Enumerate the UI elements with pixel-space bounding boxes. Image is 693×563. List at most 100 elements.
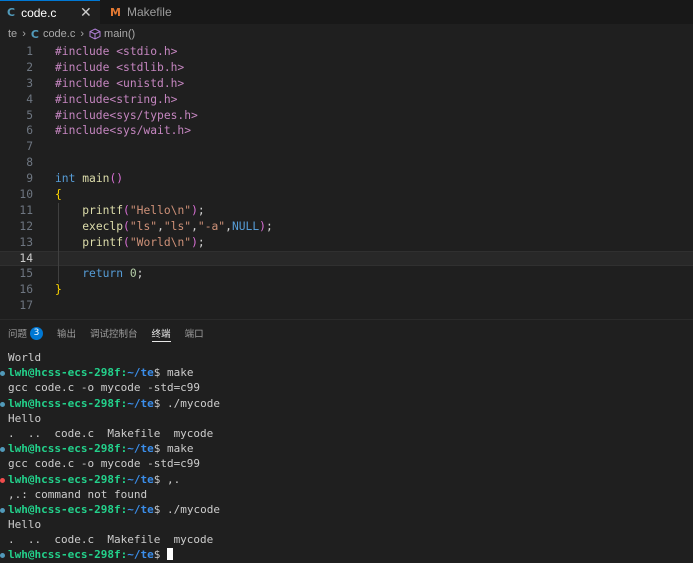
tab-ports[interactable]: 端口 bbox=[185, 320, 204, 346]
prompt-path: ~/te bbox=[127, 396, 154, 410]
code-text: #include<sys/types.h> bbox=[55, 108, 198, 122]
line-number: 3 bbox=[26, 76, 33, 90]
code-text: #include<sys/wait.h> bbox=[55, 124, 192, 138]
tab-code-c[interactable]: C code.c ✕ bbox=[0, 0, 100, 24]
command-success-icon[interactable] bbox=[0, 447, 5, 453]
code-text: int main() bbox=[55, 172, 124, 186]
code-line[interactable]: 15 return 0; bbox=[0, 266, 693, 282]
code-text: #include <stdio.h> bbox=[55, 45, 178, 58]
line-number: 10 bbox=[19, 188, 33, 202]
tab-problems[interactable]: 问题 3 bbox=[8, 320, 44, 346]
terminal-output-line: Hello bbox=[8, 411, 42, 425]
code-line[interactable]: 13 printf("World\n"); bbox=[0, 235, 693, 251]
line-number: 4 bbox=[26, 92, 33, 106]
prompt-path: ~/te bbox=[127, 366, 154, 380]
code-editor[interactable]: 1 #include <stdio.h> 2 #include <stdlib.h> 3… bbox=[0, 44, 693, 318]
code-line[interactable]: 6 #include<sys/wait.h> bbox=[0, 123, 693, 139]
code-line[interactable]: 17 bbox=[0, 298, 693, 314]
terminal-output-line: ,.: command not found bbox=[8, 487, 148, 501]
code-line[interactable]: 16} bbox=[0, 282, 693, 298]
line-number: 6 bbox=[26, 124, 33, 138]
code-line[interactable]: 11 printf("Hello\n"); bbox=[0, 203, 693, 219]
prompt-command: $ make bbox=[153, 442, 194, 456]
line-number: 11 bbox=[19, 203, 33, 217]
terminal[interactable]: World lwh@hcss-ecs-298f:~/te$ make gcc cod… bbox=[0, 350, 693, 562]
terminal-output-line: World bbox=[8, 351, 42, 364]
code-text: } bbox=[55, 283, 62, 297]
code-line[interactable]: 1 #include <stdio.h> bbox=[0, 44, 693, 60]
tab-label: Makefile bbox=[126, 5, 172, 19]
line-number: 1 bbox=[26, 45, 33, 58]
line-number: 7 bbox=[26, 140, 33, 154]
code-line[interactable]: 14 bbox=[0, 250, 693, 267]
command-success-icon[interactable] bbox=[0, 553, 5, 559]
code-line[interactable]: 3 #include <unistd.h> bbox=[0, 76, 693, 92]
command-success-icon[interactable] bbox=[0, 401, 5, 407]
line-number: 8 bbox=[26, 156, 33, 170]
code-text: #include<string.h> bbox=[55, 92, 178, 106]
code-line[interactable]: 5 #include<sys/types.h> bbox=[0, 108, 693, 124]
prompt-path: ~/te bbox=[127, 548, 154, 562]
tab-bar-empty bbox=[198, 0, 693, 24]
terminal-output-line: Hello bbox=[8, 518, 42, 532]
terminal-prompt-line: lwh@hcss-ecs-298f:~/te$ make bbox=[0, 365, 693, 380]
code-line[interactable]: 4 #include<string.h> bbox=[0, 92, 693, 108]
code-text: printf("Hello\n"); bbox=[82, 203, 205, 217]
line-number: 16 bbox=[19, 283, 33, 297]
command-success-icon[interactable] bbox=[0, 507, 5, 513]
close-icon[interactable]: ✕ bbox=[80, 5, 92, 21]
prompt-command: $ make bbox=[153, 366, 194, 380]
chevron-right-icon: › bbox=[80, 28, 85, 40]
prompt-user: lwh@hcss-ecs-298f: bbox=[8, 502, 128, 516]
code-text: execlp("ls","ls","-a",NULL); bbox=[82, 219, 273, 233]
prompt-command: $ bbox=[153, 548, 167, 562]
tab-terminal[interactable]: 终端 bbox=[151, 320, 171, 346]
terminal-output-line: . .. code.c Makefile mycode bbox=[8, 426, 214, 440]
prompt-user: lwh@hcss-ecs-298f: bbox=[8, 366, 128, 380]
breadcrumb-folder[interactable]: te bbox=[8, 28, 17, 40]
code-line[interactable]: 2 #include <stdlib.h> bbox=[0, 60, 693, 76]
terminal-prompt-line: lwh@hcss-ecs-298f:~/te$ ./mycode bbox=[0, 396, 693, 411]
line-number: 17 bbox=[19, 299, 33, 313]
code-line[interactable]: 12 execlp("ls","ls","-a",NULL); bbox=[0, 219, 693, 235]
code-text: { bbox=[55, 188, 62, 202]
terminal-prompt-line: lwh@hcss-ecs-298f:~/te$ ./mycode bbox=[0, 502, 693, 517]
terminal-prompt-line: lwh@hcss-ecs-298f:~/te$ make bbox=[0, 441, 693, 456]
code-text: return 0; bbox=[82, 267, 144, 281]
editor-tab-bar: C code.c ✕ M Makefile bbox=[0, 0, 693, 24]
code-line[interactable]: 10 { bbox=[0, 187, 693, 203]
code-line[interactable]: 8 bbox=[0, 155, 693, 171]
code-text: #include <unistd.h> bbox=[55, 76, 185, 90]
command-failed-icon[interactable] bbox=[0, 477, 5, 483]
tab-makefile[interactable]: M Makefile bbox=[100, 0, 198, 24]
prompt-command: $ ./mycode bbox=[153, 396, 220, 410]
terminal-output-line: gcc code.c -o mycode -std=c99 bbox=[8, 457, 201, 471]
prompt-user: lwh@hcss-ecs-298f: bbox=[8, 442, 128, 456]
prompt-user: lwh@hcss-ecs-298f: bbox=[8, 396, 128, 410]
line-number: 15 bbox=[19, 267, 33, 281]
code-text: #include <stdlib.h> bbox=[55, 60, 185, 74]
c-file-icon: C bbox=[7, 6, 16, 19]
breadcrumb-file[interactable]: code.c bbox=[43, 28, 75, 40]
function-cube-icon bbox=[89, 28, 101, 40]
breadcrumb: te › C code.c › main() bbox=[0, 24, 693, 44]
line-number: 2 bbox=[26, 60, 33, 74]
tab-label: code.c bbox=[21, 5, 57, 20]
prompt-path: ~/te bbox=[127, 472, 154, 486]
tab-output[interactable]: 输出 bbox=[57, 320, 76, 346]
problems-count-badge: 3 bbox=[30, 326, 44, 340]
code-line[interactable]: 7 bbox=[0, 139, 693, 155]
makefile-icon: M bbox=[110, 5, 121, 19]
terminal-cursor bbox=[166, 548, 173, 561]
chevron-right-icon: › bbox=[22, 28, 26, 40]
prompt-user: lwh@hcss-ecs-298f: bbox=[8, 472, 128, 486]
c-file-icon: C bbox=[30, 27, 39, 41]
line-number: 14 bbox=[19, 251, 33, 265]
code-line[interactable]: 9 int main() bbox=[0, 171, 693, 187]
panel-tab-bar: 问题 3 输出 调试控制台 终端 端口 bbox=[0, 320, 693, 346]
command-success-icon[interactable] bbox=[0, 371, 5, 377]
breadcrumb-symbol[interactable]: main() bbox=[104, 28, 135, 40]
indent-guide bbox=[58, 203, 59, 283]
tab-debug-console[interactable]: 调试控制台 bbox=[90, 320, 138, 346]
prompt-command: $ ./mycode bbox=[153, 502, 220, 516]
